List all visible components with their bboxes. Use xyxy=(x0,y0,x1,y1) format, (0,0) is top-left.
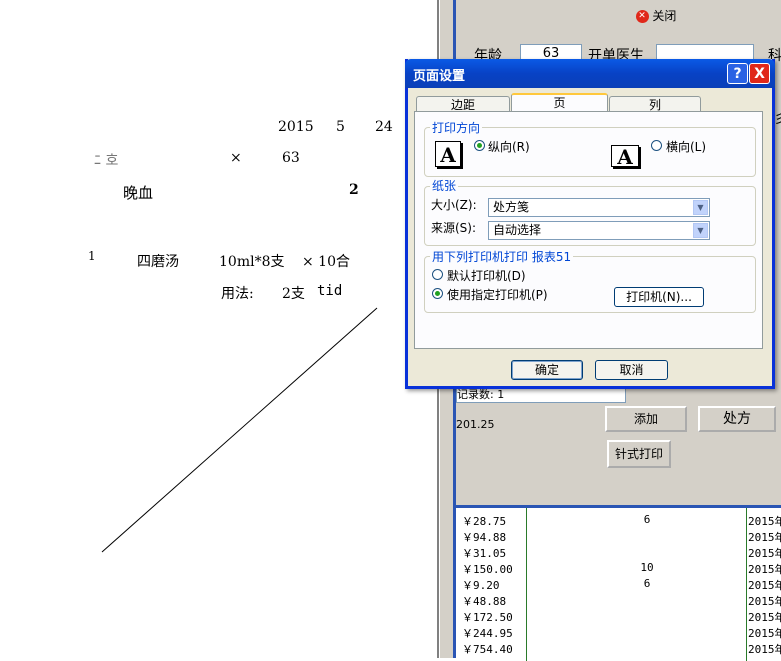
orientation-group-label: 打印方向 xyxy=(430,119,483,136)
chevron-down-icon[interactable]: ▼ xyxy=(693,223,708,238)
table-row[interactable]: ￥754.40 2015年 xyxy=(456,641,781,657)
price-cell: ￥754.40 xyxy=(462,643,513,656)
specific-printer-label[interactable]: 使用指定打印机(P) xyxy=(447,286,548,303)
total-amount: 201.25 xyxy=(456,418,495,431)
size-label: 大小(Z): xyxy=(431,198,477,212)
cancel-button[interactable]: 取消 xyxy=(595,360,668,380)
paper-source-select[interactable]: 自动选择 ▼ xyxy=(488,221,710,240)
landscape-icon: A xyxy=(611,145,639,168)
price-cell: ￥94.88 xyxy=(462,531,507,544)
date-cell: 2015年 xyxy=(748,515,781,528)
date-cell: 2015年 xyxy=(748,595,781,608)
date-cell: 2015年 xyxy=(748,627,781,640)
ok-button[interactable]: 确定 xyxy=(511,360,583,380)
close-icon: ✕ xyxy=(635,10,649,23)
table-row[interactable]: ￥48.88 2015年 xyxy=(456,593,781,609)
printer-group-label: 用下列打印机打印 报表51 xyxy=(430,248,574,265)
close-form-button[interactable]: ✕ 关闭 xyxy=(626,6,686,28)
landscape-label[interactable]: 横向(L) xyxy=(666,138,706,155)
default-printer-radio[interactable] xyxy=(432,269,443,280)
portrait-label[interactable]: 纵向(R) xyxy=(488,138,530,155)
specific-printer-radio[interactable] xyxy=(432,288,443,299)
default-printer-label[interactable]: 默认打印机(D) xyxy=(447,267,526,284)
qty-cell: 6 xyxy=(643,513,651,526)
table-row[interactable]: ￥31.05 2015年 xyxy=(456,545,781,561)
paper-source-value: 自动选择 xyxy=(493,223,542,237)
price-cell: ￥172.50 xyxy=(462,611,513,624)
tab-margins[interactable]: 边距 xyxy=(416,96,510,112)
dialog-titlebar[interactable]: 页面设置 ? X xyxy=(405,59,775,88)
portrait-icon: A xyxy=(435,141,461,167)
table-row[interactable]: ￥94.88 2015年 xyxy=(456,529,781,545)
record-count: 记录数: 1 xyxy=(456,387,626,403)
tab-columns[interactable]: 列 xyxy=(609,96,701,112)
price-cell: ￥28.75 xyxy=(462,515,507,528)
paper-group-label: 纸张 xyxy=(430,177,459,194)
close-label: 关闭 xyxy=(652,9,677,23)
print-preview-page: 2015 5 24 ﾆ 호 × 63 晚血 2 1 四磨汤 10ml*8支 × … xyxy=(0,0,439,658)
date-cell: 2015年 xyxy=(748,563,781,576)
paper-size-select[interactable]: 处方笺 ▼ xyxy=(488,198,710,217)
qty-cell: 10 xyxy=(640,561,654,574)
price-cell: ￥9.20 xyxy=(462,579,500,592)
landscape-radio[interactable] xyxy=(651,140,662,151)
qty-cell: 6 xyxy=(643,577,651,590)
table-row[interactable]: ￥150.00 10 2015年 xyxy=(456,561,781,577)
charges-grid[interactable]: ￥28.75 6 2015年 ￥94.88 2015年 ￥31.05 2015年 ￥15… xyxy=(456,505,781,661)
price-cell: ￥48.88 xyxy=(462,595,507,608)
price-cell: ￥244.95 xyxy=(462,627,513,640)
chevron-down-icon[interactable]: ▼ xyxy=(693,200,708,215)
date-cell: 2015年 xyxy=(748,643,781,656)
dialog-title: 页面设置 xyxy=(413,69,466,84)
date-cell: 2015年 xyxy=(748,531,781,544)
source-label: 来源(S): xyxy=(431,221,477,235)
price-cell: ￥150.00 xyxy=(462,563,513,576)
table-row[interactable]: ￥9.20 6 2015年 xyxy=(456,577,781,593)
dialog-close-button[interactable]: X xyxy=(749,63,770,84)
portrait-radio[interactable] xyxy=(474,140,485,151)
price-cell: ￥31.05 xyxy=(462,547,507,560)
help-button[interactable]: ? xyxy=(727,63,748,84)
prescription-button[interactable]: 处方 xyxy=(698,406,776,432)
table-row[interactable]: ￥172.50 2015年 xyxy=(456,609,781,625)
tab-page[interactable]: 页 xyxy=(511,93,608,112)
dot-matrix-print-button[interactable]: 针式打印 xyxy=(607,440,671,468)
date-cell: 2015年 xyxy=(748,547,781,560)
void-slash-line xyxy=(101,307,378,553)
table-row[interactable]: ￥28.75 6 2015年 xyxy=(456,513,781,529)
partial-text: 彡 xyxy=(774,112,781,127)
printer-button[interactable]: 打印机(N)... xyxy=(614,287,704,307)
date-cell: 2015年 xyxy=(748,579,781,592)
table-row[interactable]: ￥244.95 2015年 xyxy=(456,625,781,641)
date-cell: 2015年 xyxy=(748,611,781,624)
paper-size-value: 处方笺 xyxy=(493,200,530,214)
add-button[interactable]: 添加 xyxy=(605,406,687,432)
